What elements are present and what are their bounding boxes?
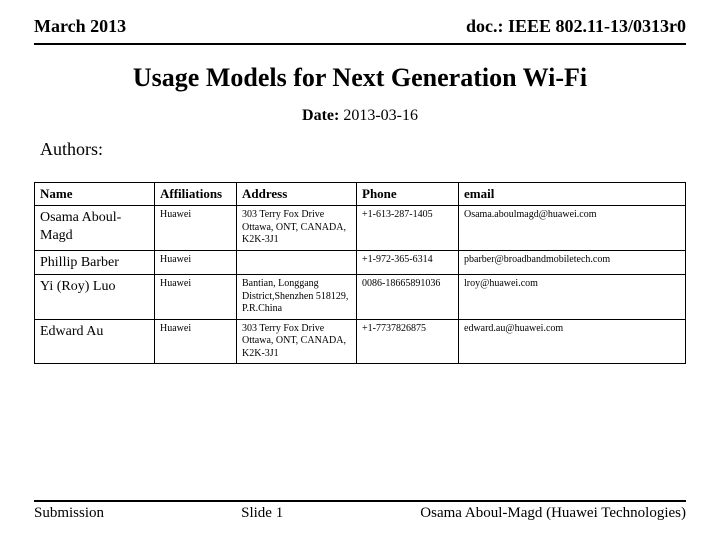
cell-email: lroy@huawei.com [459,275,686,320]
authors-table: Name Affiliations Address Phone email Os… [34,182,686,364]
cell-affiliation: Huawei [155,275,237,320]
cell-email: edward.au@huawei.com [459,319,686,364]
date-line: Date: 2013-03-16 [0,107,720,125]
table-row: Edward Au Huawei 303 Terry Fox Drive Ott… [35,319,686,364]
cell-affiliation: Huawei [155,319,237,364]
table-row: Osama Aboul-Magd Huawei 303 Terry Fox Dr… [35,206,686,251]
cell-name: Yi (Roy) Luo [35,275,155,320]
footer-left: Submission [34,505,104,522]
cell-phone: +1-613-287-1405 [357,206,459,251]
cell-name: Osama Aboul-Magd [35,206,155,251]
header-date: March 2013 [34,16,126,37]
cell-address: 303 Terry Fox Drive Ottawa, ONT, CANADA,… [237,319,357,364]
col-phone: Phone [357,183,459,206]
date-label: Date: [302,107,339,124]
col-name: Name [35,183,155,206]
authors-label: Authors: [40,139,720,160]
cell-affiliation: Huawei [155,206,237,251]
cell-address: 303 Terry Fox Drive Ottawa, ONT, CANADA,… [237,206,357,251]
doc-footer: Submission Slide 1 Osama Aboul-Magd (Hua… [34,500,686,522]
cell-phone: 0086-18665891036 [357,275,459,320]
cell-email: pbarber@broadbandmobiletech.com [459,250,686,275]
col-affiliations: Affiliations [155,183,237,206]
footer-center: Slide 1 [241,505,283,522]
cell-phone: +1-7737826875 [357,319,459,364]
col-address: Address [237,183,357,206]
col-email: email [459,183,686,206]
cell-affiliation: Huawei [155,250,237,275]
cell-phone: +1-972-365-6314 [357,250,459,275]
table-body: Osama Aboul-Magd Huawei 303 Terry Fox Dr… [35,206,686,364]
authors-table-wrap: Name Affiliations Address Phone email Os… [34,182,686,364]
doc-header: March 2013 doc.: IEEE 802.11-13/0313r0 [0,0,720,41]
footer-rule [34,500,686,502]
footer-right: Osama Aboul-Magd (Huawei Technologies) [420,505,686,522]
cell-email: Osama.aboulmagd@huawei.com [459,206,686,251]
header-doc-id: doc.: IEEE 802.11-13/0313r0 [466,16,686,37]
header-rule [34,43,686,45]
table-header-row: Name Affiliations Address Phone email [35,183,686,206]
cell-name: Phillip Barber [35,250,155,275]
date-value: 2013-03-16 [343,107,418,124]
page-title: Usage Models for Next Generation Wi-Fi [0,63,720,93]
cell-address: Bantian, Longgang District,Shenzhen 5181… [237,275,357,320]
table-row: Phillip Barber Huawei +1-972-365-6314 pb… [35,250,686,275]
cell-address [237,250,357,275]
table-row: Yi (Roy) Luo Huawei Bantian, Longgang Di… [35,275,686,320]
cell-name: Edward Au [35,319,155,364]
